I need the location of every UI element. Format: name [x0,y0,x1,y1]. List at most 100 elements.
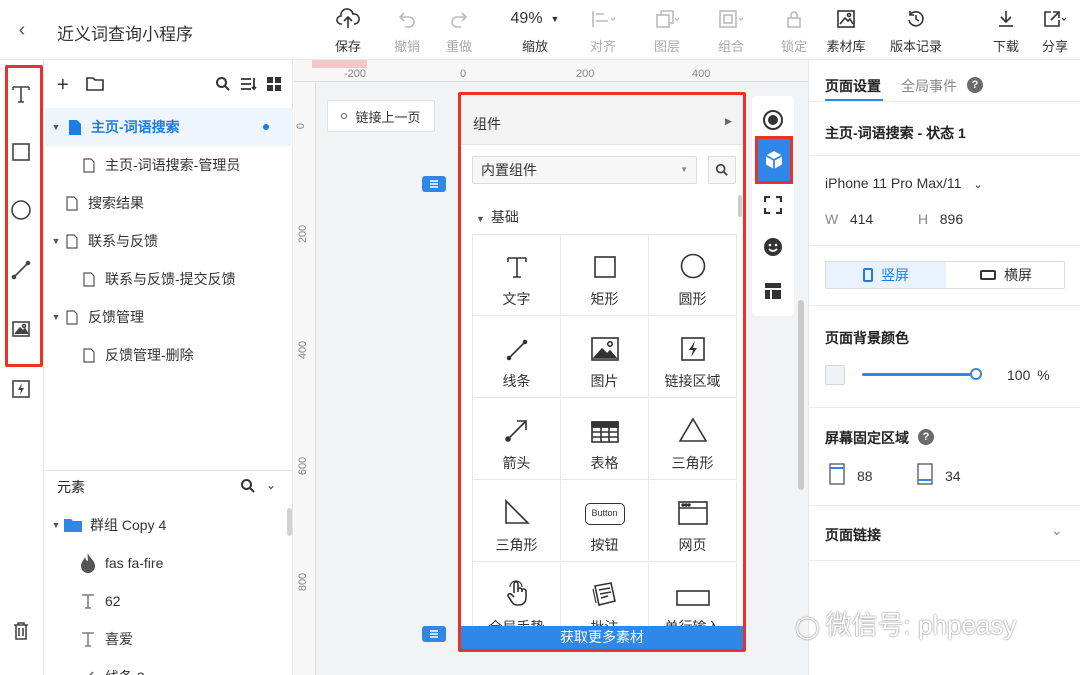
opacity-slider-track[interactable] [862,373,977,376]
component-table[interactable]: 表格 [561,399,649,480]
height-field[interactable]: H 896 [918,211,963,227]
add-page-icon[interactable]: + [57,74,69,97]
page-item[interactable]: ▼ 反馈管理 [45,298,293,336]
list-item[interactable]: ▼ 群组 Copy 4 [45,506,293,544]
assets-button[interactable]: 素材库 [818,6,874,56]
opacity-slider-handle[interactable] [970,368,982,380]
page-item[interactable]: 搜索结果 [45,184,293,222]
opacity-readout[interactable]: 100 % [1007,367,1050,383]
file-icon [81,157,97,173]
component-note[interactable]: 批注 [561,563,649,629]
emoji-icon[interactable] [758,232,788,262]
tab-global-events[interactable]: 全局事件 [901,76,957,96]
group-button[interactable]: 组合 [703,6,759,56]
component-text[interactable]: 文字 [473,235,561,316]
component-arrow[interactable]: 箭头 [473,399,561,480]
component-right-triangle[interactable]: 三角形 [473,481,561,562]
page-link-label[interactable]: 页面链接 [825,525,881,545]
bottom-fixed-value[interactable]: 34 [945,468,961,484]
component-hotspot[interactable]: 链接区域 [649,317,737,398]
list-item[interactable]: 62 [45,582,293,620]
trash-icon[interactable] [8,618,34,644]
align-icon [575,6,631,32]
list-item[interactable]: 线条 3 [45,658,293,675]
hotspot-tool-icon[interactable] [8,376,34,402]
anchor-marker-icon[interactable] [422,176,446,192]
page-item[interactable]: 联系与反馈-提交反馈 [45,260,293,298]
sort-list-icon[interactable] [240,76,258,95]
link-prev-page-button[interactable]: 链接上一页 [327,100,435,132]
component-rect[interactable]: 矩形 [561,235,649,316]
component-circle[interactable]: 圆形 [649,235,737,316]
undo-button[interactable]: 撤销 [379,6,435,56]
layout-template-icon[interactable] [758,276,788,306]
save-button[interactable]: 保存 [320,6,376,56]
component-cube-icon[interactable] [755,136,793,184]
history-button[interactable]: 版本记录 [886,6,946,56]
line-tool-icon[interactable] [8,257,34,283]
folder-icon[interactable] [86,76,104,95]
help-icon[interactable]: ? [967,77,983,93]
page-item[interactable]: ▼ 联系与反馈 [45,222,293,260]
bg-color-label: 页面背景颜色 [825,330,909,346]
popup-scrollbar[interactable] [738,195,742,217]
tab-page-settings[interactable]: 页面设置 [825,76,881,96]
chevron-right-icon[interactable]: ▶ [725,116,732,127]
chevron-down-icon[interactable]: ⌄ [1051,522,1063,539]
component-webpage[interactable]: 网页 [649,481,737,562]
component-library-select[interactable]: 内置组件 ▼ [472,156,697,184]
redo-button[interactable]: 重做 [431,6,487,56]
rectangle-tool-icon[interactable] [8,139,34,165]
image-icon [818,6,874,32]
layer-button[interactable]: 图层 [639,6,695,56]
share-button[interactable]: 分享 [1030,6,1080,56]
portrait-button[interactable]: 竖屏 [826,262,946,288]
device-select[interactable]: iPhone 11 Pro Max/11 ⌄ [825,175,983,191]
component-line[interactable]: 线条 [473,317,561,398]
section-basic[interactable]: ▼ 基础 [476,207,519,227]
component-input[interactable]: 单行输入 [649,563,737,629]
chevron-down-icon[interactable]: ⌄ [266,478,276,492]
get-more-assets-button[interactable]: 获取更多素材 [461,626,743,649]
text-tool-icon[interactable] [8,81,34,107]
line-icon [79,669,97,675]
phone-landscape-icon [980,270,996,280]
ruler-tick-label: -200 [344,68,367,80]
download-button[interactable]: 下载 [978,6,1034,56]
target-icon[interactable] [758,105,788,135]
portrait-label: 竖屏 [881,267,909,283]
file-icon [81,271,97,287]
folder-icon [64,517,82,533]
scan-frame-icon[interactable] [758,190,788,220]
component-button[interactable]: Button 按钮 [561,481,649,562]
component-search-button[interactable] [708,156,736,184]
search-icon[interactable] [215,76,231,95]
landscape-button[interactable]: 横屏 [946,262,1066,288]
image-tool-icon[interactable] [8,316,34,342]
lock-button[interactable]: 锁定 [766,6,822,56]
back-icon[interactable]: ‹ [12,18,32,42]
component-gesture[interactable]: 全局手势 [473,563,561,629]
width-field[interactable]: W 414 [825,211,873,227]
circle-tool-icon[interactable] [8,197,34,223]
help-icon[interactable]: ? [918,429,934,445]
dot-icon [341,113,348,119]
page-item[interactable]: ▼ 主页-词语搜索 [45,108,293,146]
canvas-scrollbar[interactable] [798,300,804,490]
search-icon[interactable] [240,478,256,497]
anchor-marker-icon[interactable] [422,626,446,642]
zoom-control[interactable]: 49% ▼ 缩放 [500,6,570,56]
right-triangle-icon [473,481,560,527]
watermark: ◯ 微信号: phpeasy [795,605,1016,642]
page-item[interactable]: 反馈管理-删除 [45,336,293,374]
list-item[interactable]: fas fa-fire [45,544,293,582]
component-image[interactable]: 图片 [561,317,649,398]
component-triangle[interactable]: 三角形 [649,399,737,480]
grid-view-icon[interactable] [266,76,282,95]
component-label: 三角形 [671,455,714,471]
bg-color-swatch[interactable] [825,365,845,385]
page-item[interactable]: 主页-词语搜索-管理员 [45,146,293,184]
align-button[interactable]: 对齐 [575,6,631,56]
list-item[interactable]: 喜爱 [45,620,293,658]
top-fixed-value[interactable]: 88 [857,468,873,484]
